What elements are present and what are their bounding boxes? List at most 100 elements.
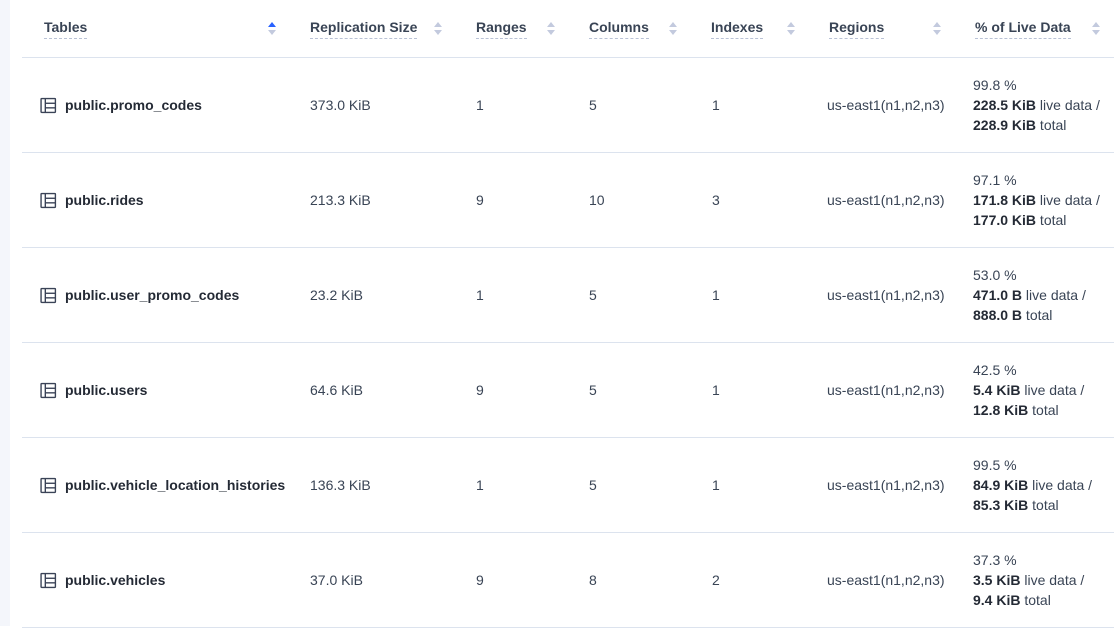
page-left-gutter [0, 0, 10, 626]
column-label-replication-size[interactable]: Replication Size [310, 19, 417, 39]
sort-arrows-icon[interactable] [434, 22, 442, 35]
table-row[interactable]: public.vehicle_location_histories 136.3 … [22, 438, 1114, 533]
columns-cell: 5 [569, 438, 691, 533]
indexes-cell: 3 [691, 153, 809, 248]
columns-cell: 5 [569, 343, 691, 438]
total-data-amount: 177.0 KiB total [973, 210, 1110, 230]
regions-cell: us-east1(n1,n2,n3) [809, 153, 955, 248]
ranges-cell: 9 [456, 533, 569, 628]
replication-size-cell: 136.3 KiB [290, 438, 456, 533]
table-name-link[interactable]: public.vehicle_location_histories [65, 477, 285, 493]
total-data-amount: 888.0 B total [973, 305, 1110, 325]
live-data-percent: 97.1 % [973, 170, 1110, 190]
live-data-amount: 84.9 KiB live data / [973, 475, 1110, 495]
replication-size-cell: 37.0 KiB [290, 533, 456, 628]
table-row[interactable]: public.rides 213.3 KiB 9 10 3 us-east1(n… [22, 153, 1114, 248]
tables-table: Tables Replication Size Ranges Columns [22, 0, 1114, 628]
indexes-cell: 1 [691, 343, 809, 438]
regions-cell: us-east1(n1,n2,n3) [809, 58, 955, 153]
table-row[interactable]: public.promo_codes 373.0 KiB 1 5 1 us-ea… [22, 58, 1114, 153]
total-data-amount: 12.8 KiB total [973, 400, 1110, 420]
table-name-cell: public.vehicles [22, 533, 290, 628]
table-icon [40, 97, 57, 114]
table-row[interactable]: public.users 64.6 KiB 9 5 1 us-east1(n1,… [22, 343, 1114, 438]
live-data-percent: 99.5 % [973, 455, 1110, 475]
replication-size-cell: 64.6 KiB [290, 343, 456, 438]
column-header-tables[interactable]: Tables [22, 0, 290, 58]
tables-list: Tables Replication Size Ranges Columns [22, 0, 1114, 628]
column-label-live-data[interactable]: % of Live Data [975, 19, 1071, 39]
live-data-cell: 97.1 % 171.8 KiB live data / 177.0 KiB t… [955, 153, 1114, 248]
column-header-replication-size[interactable]: Replication Size [290, 0, 456, 58]
indexes-cell: 1 [691, 438, 809, 533]
table-icon [40, 477, 57, 494]
indexes-cell: 1 [691, 248, 809, 343]
regions-cell: us-east1(n1,n2,n3) [809, 438, 955, 533]
live-data-amount: 5.4 KiB live data / [973, 380, 1110, 400]
ranges-cell: 9 [456, 153, 569, 248]
columns-cell: 5 [569, 58, 691, 153]
live-data-amount: 171.8 KiB live data / [973, 190, 1110, 210]
table-name-cell: public.rides [22, 153, 290, 248]
sort-arrows-icon[interactable] [669, 22, 677, 35]
column-header-ranges[interactable]: Ranges [456, 0, 569, 58]
table-name-link[interactable]: public.promo_codes [65, 97, 202, 113]
columns-cell: 10 [569, 153, 691, 248]
table-name-link[interactable]: public.rides [65, 192, 144, 208]
column-header-columns[interactable]: Columns [569, 0, 691, 58]
column-header-regions[interactable]: Regions [809, 0, 955, 58]
column-label-tables[interactable]: Tables [44, 19, 87, 39]
live-data-cell: 99.5 % 84.9 KiB live data / 85.3 KiB tot… [955, 438, 1114, 533]
table-name-link[interactable]: public.user_promo_codes [65, 287, 239, 303]
total-data-amount: 9.4 KiB total [973, 590, 1110, 610]
table-name-link[interactable]: public.vehicles [65, 572, 165, 588]
live-data-amount: 471.0 B live data / [973, 285, 1110, 305]
table-name-cell: public.user_promo_codes [22, 248, 290, 343]
table-name-cell: public.users [22, 343, 290, 438]
ranges-cell: 1 [456, 438, 569, 533]
ranges-cell: 1 [456, 248, 569, 343]
live-data-cell: 37.3 % 3.5 KiB live data / 9.4 KiB total [955, 533, 1114, 628]
column-header-indexes[interactable]: Indexes [691, 0, 809, 58]
table-name-link[interactable]: public.users [65, 382, 147, 398]
column-label-columns[interactable]: Columns [589, 19, 649, 39]
table-icon [40, 382, 57, 399]
ranges-cell: 1 [456, 58, 569, 153]
table-icon [40, 572, 57, 589]
live-data-percent: 53.0 % [973, 265, 1110, 285]
live-data-percent: 99.8 % [973, 75, 1110, 95]
columns-cell: 8 [569, 533, 691, 628]
regions-cell: us-east1(n1,n2,n3) [809, 533, 955, 628]
columns-cell: 5 [569, 248, 691, 343]
ranges-cell: 9 [456, 343, 569, 438]
total-data-amount: 85.3 KiB total [973, 495, 1110, 515]
table-name-cell: public.vehicle_location_histories [22, 438, 290, 533]
live-data-percent: 42.5 % [973, 360, 1110, 380]
column-label-regions[interactable]: Regions [829, 19, 884, 39]
sort-arrows-icon[interactable] [268, 22, 276, 35]
column-label-ranges[interactable]: Ranges [476, 19, 527, 39]
column-label-indexes[interactable]: Indexes [711, 19, 763, 39]
indexes-cell: 1 [691, 58, 809, 153]
table-name-cell: public.promo_codes [22, 58, 290, 153]
table-row[interactable]: public.vehicles 37.0 KiB 9 8 2 us-east1(… [22, 533, 1114, 628]
live-data-cell: 42.5 % 5.4 KiB live data / 12.8 KiB tota… [955, 343, 1114, 438]
sort-arrows-icon[interactable] [787, 22, 795, 35]
live-data-cell: 99.8 % 228.5 KiB live data / 228.9 KiB t… [955, 58, 1114, 153]
total-data-amount: 228.9 KiB total [973, 115, 1110, 135]
regions-cell: us-east1(n1,n2,n3) [809, 248, 955, 343]
replication-size-cell: 23.2 KiB [290, 248, 456, 343]
table-header-row: Tables Replication Size Ranges Columns [22, 0, 1114, 58]
table-icon [40, 192, 57, 209]
replication-size-cell: 373.0 KiB [290, 58, 456, 153]
sort-arrows-icon[interactable] [933, 22, 941, 35]
column-header-live-data[interactable]: % of Live Data [955, 0, 1114, 58]
indexes-cell: 2 [691, 533, 809, 628]
sort-arrows-icon[interactable] [547, 22, 555, 35]
live-data-amount: 3.5 KiB live data / [973, 570, 1110, 590]
live-data-amount: 228.5 KiB live data / [973, 95, 1110, 115]
table-icon [40, 287, 57, 304]
table-row[interactable]: public.user_promo_codes 23.2 KiB 1 5 1 u… [22, 248, 1114, 343]
sort-arrows-icon[interactable] [1092, 22, 1100, 35]
live-data-cell: 53.0 % 471.0 B live data / 888.0 B total [955, 248, 1114, 343]
